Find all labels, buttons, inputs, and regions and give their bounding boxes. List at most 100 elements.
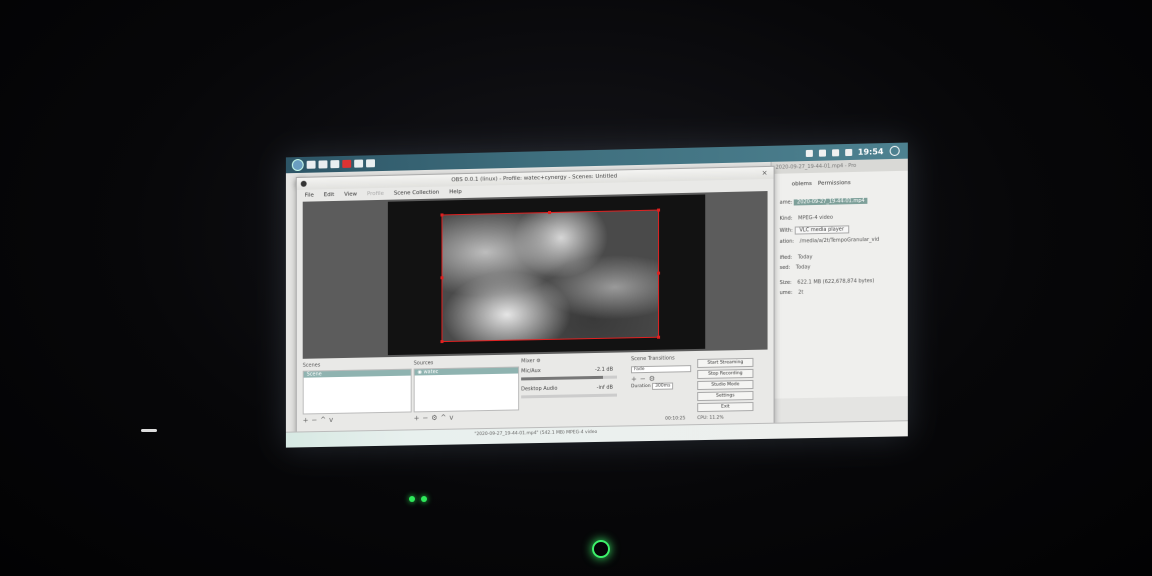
preview-area[interactable] <box>302 191 768 359</box>
add-transition-icon[interactable]: + <box>631 375 640 383</box>
channel-name: Desktop Audio <box>521 385 558 393</box>
location-value: /media/a/2t/TempoGranular_vid <box>799 236 880 245</box>
app-red-icon[interactable] <box>342 159 352 168</box>
obs-window: OBS 0.0.1 (linux) - Profile: watec+cyner… <box>295 165 775 436</box>
resize-handle[interactable] <box>440 276 444 280</box>
channel-name: Mic/Aux <box>521 368 541 375</box>
volume-slider[interactable] <box>521 393 618 399</box>
mixer-title: Mixer ⚙ <box>521 356 629 366</box>
source-item[interactable]: ◉ watec <box>414 367 519 376</box>
power-led-icon <box>592 540 610 558</box>
obs-title: OBS 0.0.1 (linux) - Profile: watec+cyner… <box>451 173 618 184</box>
mixer-settings-icon[interactable]: ⚙ <box>536 358 540 364</box>
menu-edit[interactable]: Edit <box>324 192 335 198</box>
volume-icon[interactable] <box>818 149 826 157</box>
resize-handle[interactable] <box>548 210 552 215</box>
files-icon[interactable] <box>318 160 328 169</box>
resize-handle[interactable] <box>657 335 661 339</box>
open-with-label: With: <box>779 227 793 234</box>
favorite-icon[interactable] <box>831 148 839 156</box>
sources-list: ◉ watec <box>413 366 520 413</box>
controls-dock: Start Streaming Stop Recording Studio Mo… <box>697 357 754 419</box>
app-menu-icon[interactable] <box>291 158 304 172</box>
accessed-row: sed: Today <box>780 264 811 271</box>
power-icon[interactable] <box>889 145 900 157</box>
modified-label: ified: <box>779 254 793 262</box>
channel-db: -2.1 dB <box>595 366 614 373</box>
source-item-label: watec <box>423 369 439 376</box>
name-field[interactable]: 2020-09-27_19-44-01.mp4 <box>794 197 868 206</box>
menu-profile[interactable]: Profile <box>367 190 384 196</box>
terminal-icon[interactable] <box>330 160 340 169</box>
docks: Scenes Scene +−^v Sources ◉ watec +−⚙^v … <box>302 354 768 431</box>
light-reflection <box>141 429 157 432</box>
start-streaming-button[interactable]: Start Streaming <box>697 357 754 369</box>
location-label: ation: <box>779 238 795 245</box>
size-row: Size: 622.1 MB (622,678,874 bytes) <box>780 278 875 286</box>
name-label: ame: <box>779 199 793 206</box>
system-tray: 19:54 <box>805 145 907 158</box>
transition-select[interactable]: Fade <box>631 365 692 374</box>
visibility-icon[interactable]: ◉ <box>418 369 422 375</box>
tab-permissions[interactable]: Permissions <box>818 180 851 187</box>
duration-label: Duration <box>631 383 651 390</box>
open-with-button[interactable]: VLC media player <box>794 225 850 235</box>
modified-value: Today <box>797 254 813 261</box>
window-icon[interactable] <box>366 159 375 168</box>
battery-icon[interactable] <box>844 148 852 156</box>
obs-logo-icon <box>300 180 307 187</box>
location-row: ation: /media/a/2t/TempoGranular_vid <box>780 237 880 245</box>
monitor: 19:54 2020-09-27_19-44-01.mp4 - Pro oble… <box>285 142 908 452</box>
sources-dock: Sources ◉ watec +−⚙^v <box>413 359 520 422</box>
transitions-title: Scene Transitions <box>631 355 675 363</box>
transitions-dock: Scene Transitions Fade +−⚙ Duration 300m… <box>631 355 692 416</box>
mixer-channel: Mic/Aux -2.1 dB <box>521 366 629 381</box>
status-led-icon <box>421 496 427 502</box>
file-manager-icon[interactable] <box>306 160 316 169</box>
studio-mode-button[interactable]: Studio Mode <box>697 379 754 391</box>
volume-label: ume: <box>779 289 793 297</box>
resize-handle[interactable] <box>657 271 661 275</box>
properties-dialog: 2020-09-27_19-44-01.mp4 - Pro oblems Per… <box>770 158 908 399</box>
transition-settings-icon[interactable]: ⚙ <box>649 375 658 383</box>
resize-handle[interactable] <box>440 213 444 217</box>
rec-time: 00:10:25 <box>665 416 686 422</box>
source-video-frame[interactable] <box>440 208 661 344</box>
volume-row: ume: 2t <box>780 290 804 297</box>
kind-row: Kind: MPEG-4 video <box>780 215 833 222</box>
volume-slider[interactable] <box>521 375 618 381</box>
kind-value: MPEG-4 video <box>798 214 833 222</box>
modified-row: ified: Today <box>780 254 813 261</box>
resize-handle[interactable] <box>657 208 661 212</box>
folder-icon[interactable] <box>354 159 364 168</box>
launcher <box>286 157 375 187</box>
network-icon[interactable] <box>805 149 813 157</box>
clock[interactable]: 19:54 <box>858 147 884 157</box>
mixer-channel: Desktop Audio -inf dB <box>521 384 629 399</box>
cpu-usage: CPU: 11.2% <box>697 415 724 422</box>
scene-item[interactable]: Scene <box>303 369 411 378</box>
stop-recording-button[interactable]: Stop Recording <box>697 368 754 380</box>
mixer-title-label: Mixer <box>521 358 535 365</box>
size-label: Size: <box>779 279 792 287</box>
exit-button[interactable]: Exit <box>697 402 754 413</box>
mixer-dock: Mixer ⚙ Mic/Aux -2.1 dB Desktop Audio -i… <box>521 356 629 418</box>
size-value: 622.1 MB (622,678,874 bytes) <box>797 278 875 286</box>
tab-problems[interactable]: oblems <box>792 181 812 187</box>
menu-scene-collection[interactable]: Scene Collection <box>394 189 439 196</box>
volume-value: 2t <box>798 289 804 296</box>
menu-file[interactable]: File <box>305 192 314 198</box>
duration-input[interactable]: 300ms <box>652 382 674 390</box>
remove-transition-icon[interactable]: − <box>640 375 649 383</box>
menu-help[interactable]: Help <box>449 189 461 195</box>
status-led-icon <box>409 496 415 502</box>
resize-handle[interactable] <box>440 340 444 344</box>
settings-button[interactable]: Settings <box>697 390 754 402</box>
duration-row: Duration 300ms <box>631 382 691 390</box>
close-icon[interactable]: × <box>762 167 768 179</box>
menu-view[interactable]: View <box>344 191 357 197</box>
volume-level <box>521 375 603 381</box>
file-status-text: "2020-09-27_19-44-01.mp4" (542.1 MB) MPE… <box>474 429 598 438</box>
screen: 19:54 2020-09-27_19-44-01.mp4 - Pro oble… <box>285 142 908 448</box>
scenes-dock: Scenes Scene +−^v <box>302 361 412 424</box>
